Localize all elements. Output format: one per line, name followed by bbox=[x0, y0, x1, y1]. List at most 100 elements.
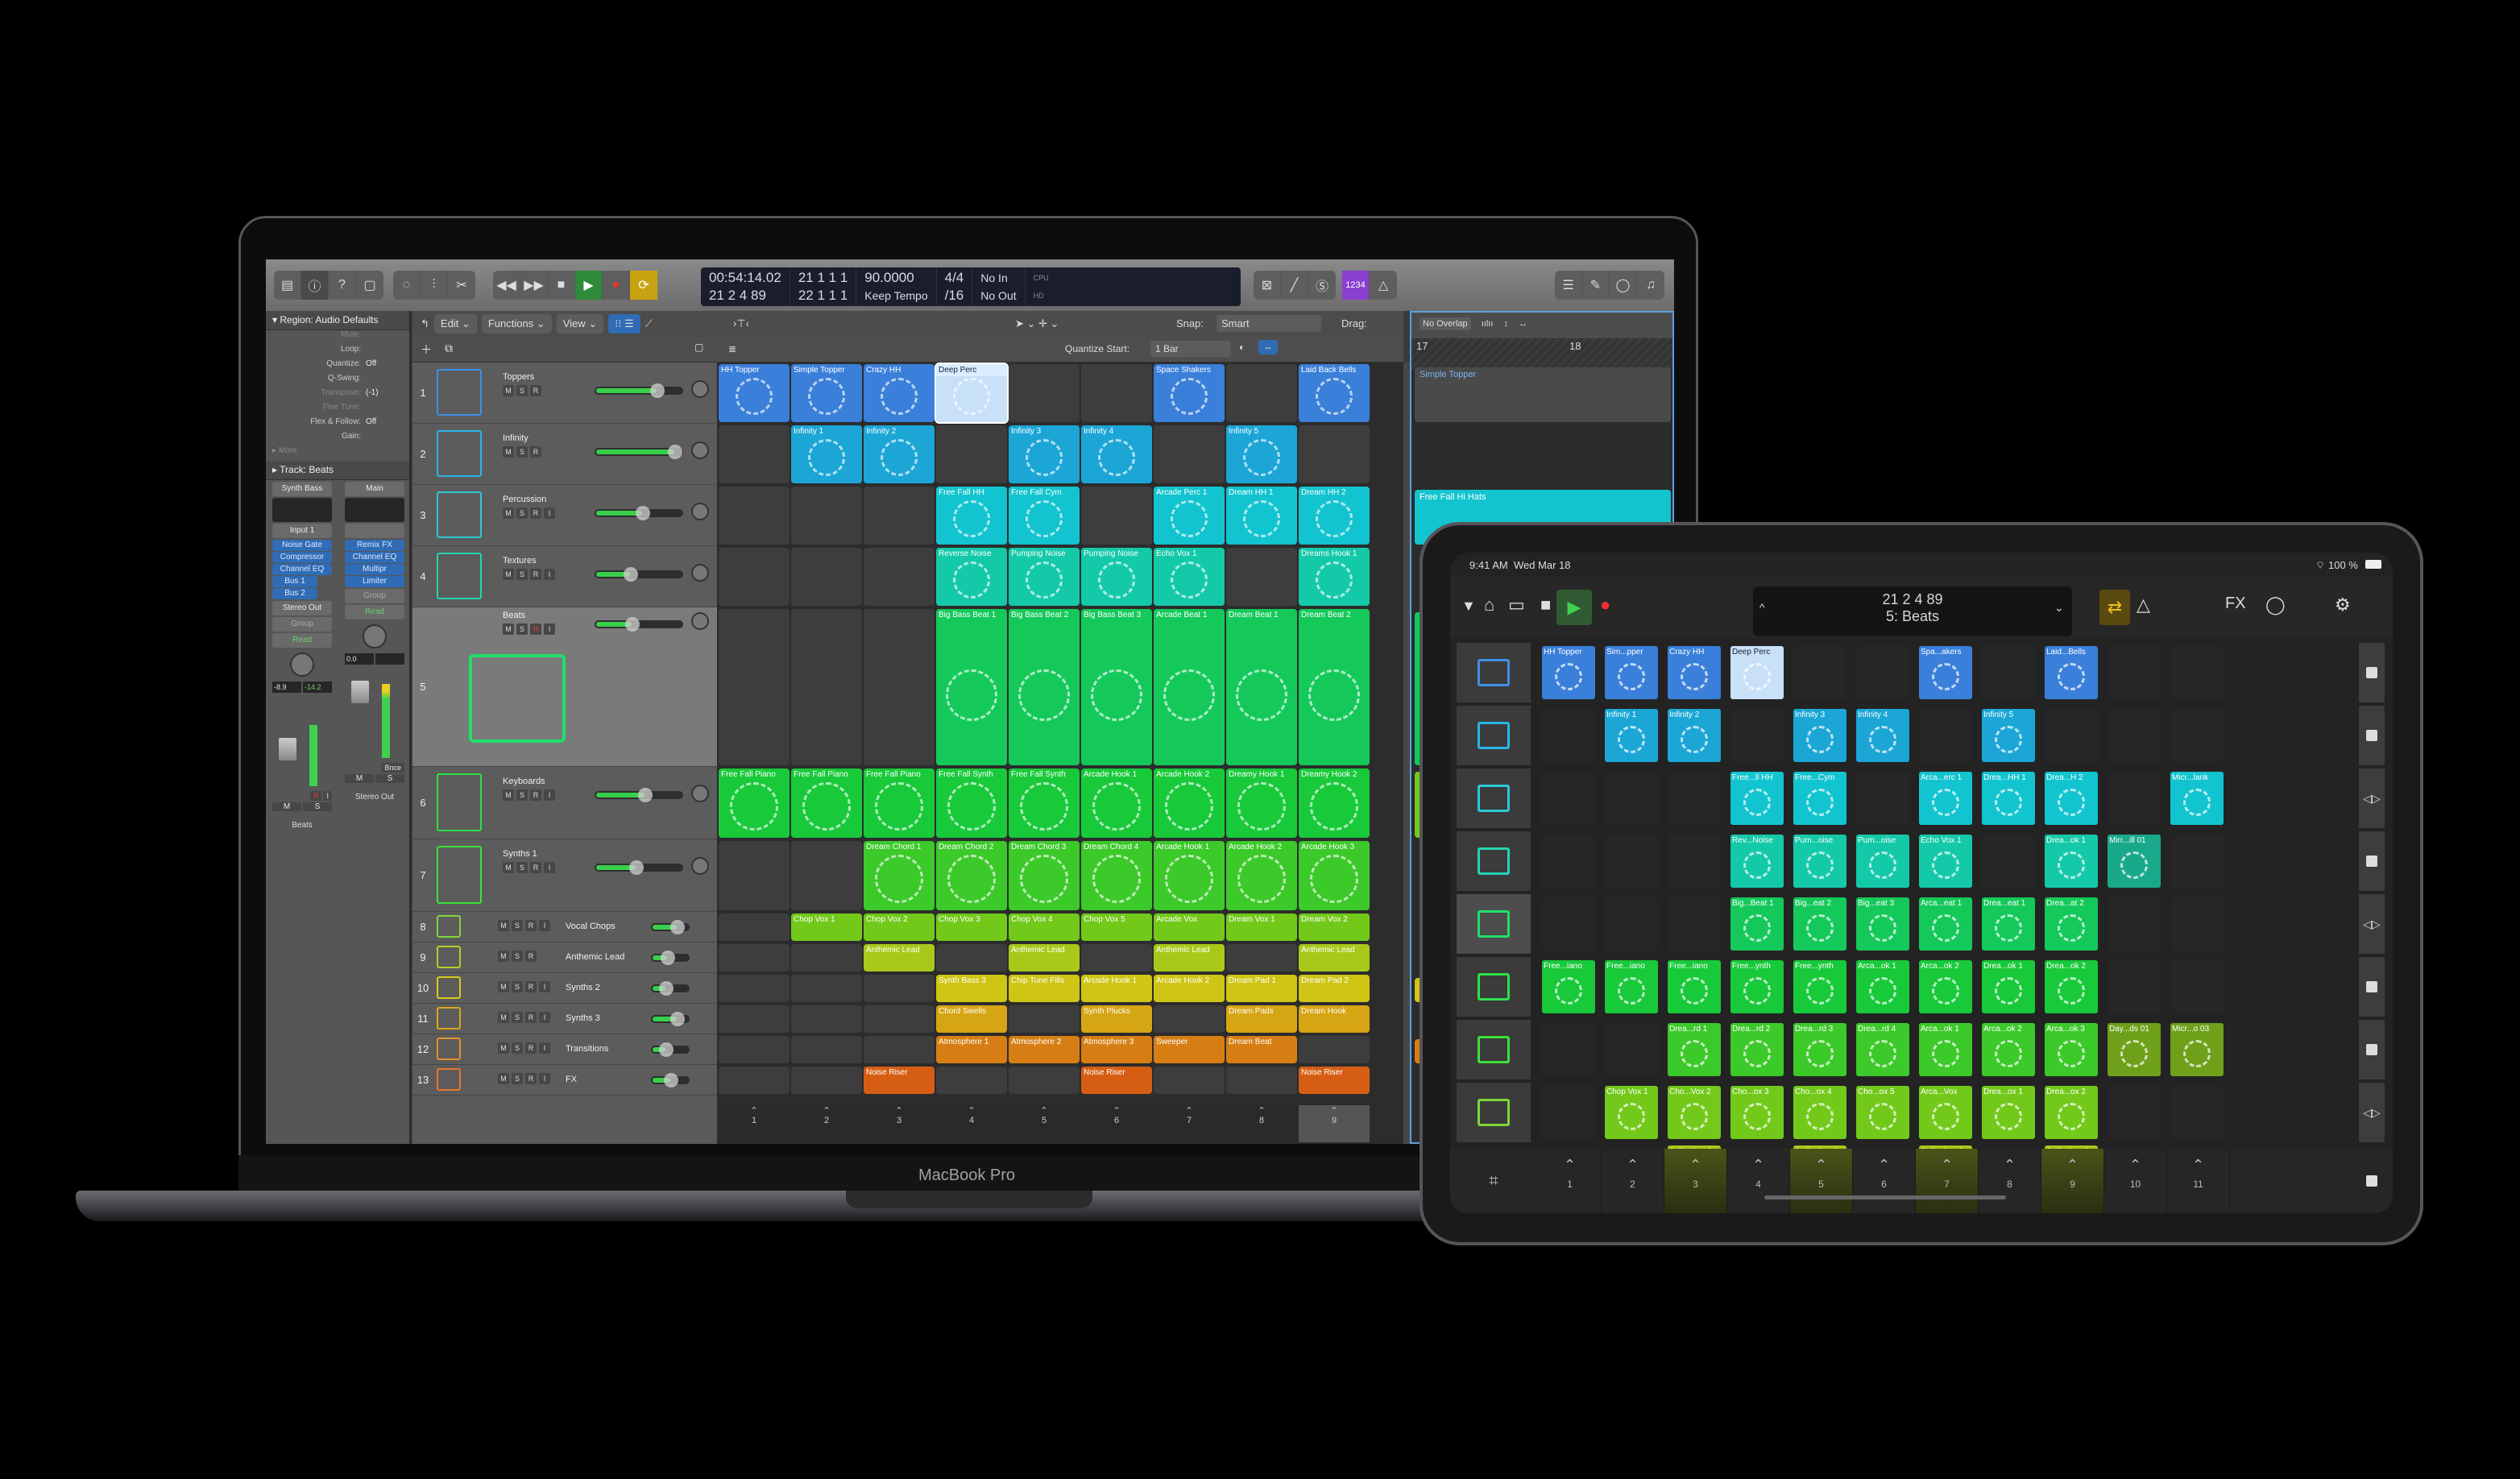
remote-empty-slot[interactable] bbox=[1542, 835, 1595, 888]
track-name[interactable]: Synths 3 bbox=[566, 1013, 600, 1023]
inspector-icon[interactable]: ⓘ bbox=[301, 271, 329, 300]
clip-cell[interactable]: Big Bass Beat 3 bbox=[1081, 609, 1152, 765]
clip-cell[interactable]: Echo Vox 1 bbox=[1154, 548, 1225, 606]
add-track-icon[interactable]: ＋ bbox=[421, 342, 432, 358]
empty-slot[interactable] bbox=[864, 1036, 935, 1063]
track-m-button[interactable]: M bbox=[498, 1073, 509, 1084]
more-disclosure[interactable]: ▸ More bbox=[266, 446, 409, 461]
track-m-button[interactable]: M bbox=[503, 446, 514, 458]
automation-mode[interactable]: Read bbox=[345, 605, 404, 619]
empty-slot[interactable] bbox=[719, 609, 790, 765]
track-i-button[interactable]: I bbox=[539, 981, 550, 992]
setting-button[interactable]: Main bbox=[345, 482, 404, 496]
remote-row-control[interactable] bbox=[2359, 1020, 2385, 1079]
empty-slot[interactable] bbox=[791, 1036, 862, 1063]
remote-row-control[interactable] bbox=[2359, 831, 2385, 891]
scene-trigger[interactable]: ⌃ 1 bbox=[719, 1105, 790, 1142]
horizontal-zoom-icon[interactable]: ↔ bbox=[1519, 319, 1527, 329]
remote-track-icon[interactable] bbox=[1457, 768, 1531, 828]
inspector-icon[interactable]: ▭ bbox=[1508, 594, 1525, 615]
clip-cell[interactable]: Deep Perc bbox=[935, 362, 1009, 424]
empty-slot[interactable] bbox=[1009, 1005, 1080, 1033]
track-i-button[interactable]: I bbox=[539, 1012, 550, 1023]
empty-slot[interactable] bbox=[936, 1067, 1007, 1094]
half-circle-icon[interactable]: ◐ bbox=[1239, 342, 1245, 353]
remote-empty-slot[interactable] bbox=[2170, 1086, 2224, 1139]
solo-button[interactable]: S bbox=[303, 802, 332, 811]
remote-clip-cell[interactable]: Arca...ok 2 bbox=[1982, 1023, 2035, 1076]
remote-clip-cell[interactable]: Cho...ox 4 bbox=[1793, 1086, 1846, 1139]
track-i-button[interactable]: I bbox=[539, 920, 550, 931]
remote-clip-cell[interactable]: Rev...Noise bbox=[1730, 835, 1784, 888]
toolbar-icon[interactable]: ▢ bbox=[356, 271, 383, 300]
editors-icon[interactable]: ✂ bbox=[448, 271, 475, 300]
plugin-slot[interactable]: Remix FX bbox=[345, 540, 404, 551]
clip-cell[interactable]: Free Fall Cym bbox=[1009, 487, 1080, 545]
remote-empty-slot[interactable] bbox=[2170, 960, 2224, 1013]
pan-knob[interactable] bbox=[691, 503, 709, 520]
empty-slot[interactable] bbox=[1299, 1036, 1370, 1063]
pan-knob[interactable] bbox=[290, 652, 314, 677]
remote-row-control[interactable]: ◁▷ bbox=[2359, 768, 2385, 828]
empty-slot[interactable] bbox=[719, 944, 790, 972]
remote-clip-cell[interactable]: Arca...ok 1 bbox=[1856, 960, 1909, 1013]
help-icon[interactable]: ? bbox=[329, 271, 356, 300]
loops-icon[interactable]: ◯ bbox=[2265, 594, 2286, 615]
remote-empty-slot[interactable] bbox=[1668, 897, 1721, 951]
remote-clip-cell[interactable]: Mirr...ill 01 bbox=[2108, 835, 2161, 888]
remote-clip-cell[interactable]: Infinity 5 bbox=[1982, 709, 2035, 762]
fader-knob[interactable] bbox=[659, 1042, 674, 1057]
empty-slot[interactable] bbox=[864, 1005, 935, 1033]
track-name[interactable]: Beats bbox=[503, 611, 525, 620]
quantize-start-select[interactable]: 1 Bar bbox=[1150, 341, 1231, 357]
clip-cell[interactable]: Dreamy Hook 1 bbox=[1226, 768, 1297, 838]
fx-button[interactable]: FX bbox=[2225, 594, 2246, 613]
play-icon[interactable]: ▶ bbox=[575, 271, 603, 300]
clip-cell[interactable]: Sweeper bbox=[1154, 1036, 1225, 1063]
track-r-button[interactable]: R bbox=[530, 624, 541, 635]
remote-empty-slot[interactable] bbox=[2108, 1086, 2161, 1139]
remote-clip-cell[interactable]: Drea...rd 4 bbox=[1856, 1023, 1909, 1076]
metronome-icon[interactable]: △ bbox=[2137, 594, 2150, 615]
remote-empty-slot[interactable] bbox=[1542, 1023, 1595, 1076]
track-volume-fader[interactable] bbox=[595, 506, 683, 520]
remote-track-icon[interactable] bbox=[1457, 894, 1531, 954]
fader-knob[interactable] bbox=[637, 788, 653, 802]
group-slot[interactable]: Group bbox=[345, 589, 404, 603]
empty-slot[interactable] bbox=[1009, 364, 1080, 422]
track-s-button[interactable]: S bbox=[512, 1012, 523, 1023]
pan-knob[interactable] bbox=[691, 612, 709, 630]
clip-cell[interactable]: Dream Beat bbox=[1226, 1036, 1297, 1063]
track-volume-fader[interactable] bbox=[651, 920, 690, 934]
track-s-button[interactable]: S bbox=[512, 1073, 523, 1084]
empty-slot[interactable] bbox=[1154, 425, 1225, 483]
remote-empty-slot[interactable] bbox=[2170, 646, 2224, 699]
remote-track-icon[interactable] bbox=[1457, 706, 1531, 765]
clip-cell[interactable]: Free Fall Piano bbox=[719, 768, 790, 838]
clip-cell[interactable]: Arcade Perc 1 bbox=[1154, 487, 1225, 545]
track-m-button[interactable]: M bbox=[498, 1042, 509, 1054]
track-row[interactable]: 2 Infinity M S R bbox=[412, 424, 717, 485]
remote-clip-cell[interactable]: Infinity 3 bbox=[1793, 709, 1846, 762]
tuner-icon[interactable]: ⊠ bbox=[1254, 271, 1281, 300]
group-slot[interactable]: Group bbox=[272, 617, 332, 632]
remote-clip-cell[interactable]: Free...ynth bbox=[1730, 960, 1784, 1013]
fader-knob[interactable] bbox=[664, 1073, 679, 1088]
plugin-slot[interactable]: Limiter bbox=[345, 576, 404, 587]
count-in-button[interactable]: 1234 bbox=[1342, 271, 1370, 300]
stop-icon[interactable]: ■ bbox=[1540, 594, 1551, 615]
track-inspector-header[interactable]: ▸ Track: Beats bbox=[266, 461, 409, 480]
clip-cell[interactable]: Atmosphere 1 bbox=[936, 1036, 1007, 1063]
mixer-icon[interactable]: ⫶ bbox=[421, 271, 448, 300]
track-name[interactable]: FX bbox=[566, 1075, 577, 1084]
remote-clip-cell[interactable]: Drea...ok 1 bbox=[1982, 960, 2035, 1013]
track-row[interactable]: 11 Synths 3 MSRI bbox=[412, 1004, 717, 1034]
remote-empty-slot[interactable] bbox=[1605, 772, 1658, 825]
fader-knob[interactable] bbox=[628, 860, 644, 875]
back-icon[interactable]: ↰ bbox=[421, 317, 429, 330]
track-m-button[interactable]: M bbox=[503, 789, 514, 801]
remote-clip-cell[interactable]: Drea...ok 2 bbox=[2045, 960, 2098, 1013]
empty-slot[interactable] bbox=[1226, 548, 1297, 606]
remote-clip-cell[interactable]: Drea...ok 1 bbox=[2045, 835, 2098, 888]
remote-empty-slot[interactable] bbox=[1605, 1023, 1658, 1076]
